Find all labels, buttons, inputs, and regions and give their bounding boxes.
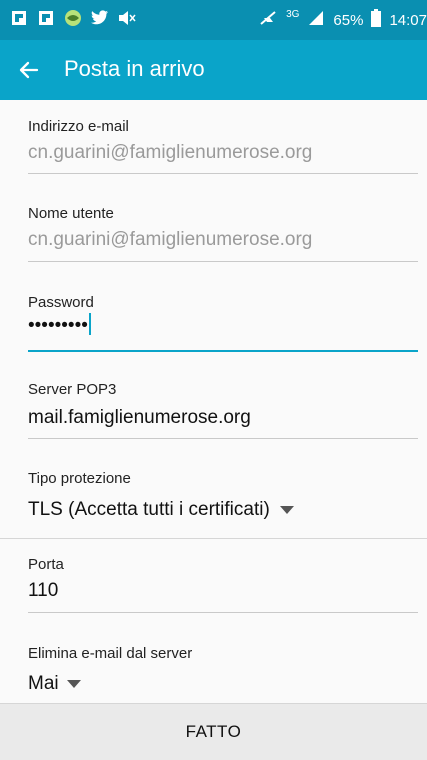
text-caret — [88, 313, 91, 335]
email-label: Indirizzo e-mail — [28, 118, 129, 135]
bottom-bar: FATTO — [0, 703, 427, 760]
section-divider — [0, 538, 427, 539]
email-field[interactable]: cn.guarini@famiglienumerose.org — [28, 142, 418, 164]
page-title: Posta in arrivo — [64, 56, 205, 81]
email-section: Indirizzo e-mail cn.guarini@famiglienume… — [28, 118, 418, 192]
username-field[interactable]: cn.guarini@famiglienumerose.org — [28, 229, 418, 251]
port-section: Porta 110 — [28, 556, 418, 630]
status-left-icons — [10, 9, 136, 27]
username-section: Nome utente cn.guarini@famiglienumerose.… — [28, 205, 418, 279]
server-section: Server POP3 mail.famiglienumerose.org — [28, 381, 418, 455]
silent-icon — [258, 9, 278, 31]
security-section: Tipo protezione TLS (Accetta tutti i cer… — [28, 470, 418, 544]
delete-dropdown[interactable]: Mai — [28, 673, 418, 695]
password-section: Password ••••••••• — [28, 294, 418, 368]
battery-percent: 65% — [333, 11, 364, 29]
app-icon — [64, 9, 82, 27]
done-button[interactable]: FATTO — [186, 722, 242, 742]
back-arrow-icon[interactable] — [16, 57, 42, 83]
battery-icon — [371, 9, 382, 31]
port-label: Porta — [28, 556, 64, 573]
port-field[interactable]: 110 — [28, 580, 418, 602]
password-field[interactable]: ••••••••• — [28, 313, 418, 337]
email-underline — [28, 173, 418, 174]
flipboard-icon — [37, 9, 55, 27]
incoming-server-form: Indirizzo e-mail cn.guarini@famiglienume… — [0, 100, 427, 703]
delete-value: Mai — [28, 673, 59, 694]
server-label: Server POP3 — [28, 381, 117, 398]
password-value: ••••••••• — [28, 315, 88, 337]
port-underline — [28, 612, 418, 613]
mute-icon — [118, 9, 136, 27]
status-right: 3G 65% 14:07 — [258, 9, 427, 31]
twitter-icon — [91, 9, 109, 27]
chevron-down-icon — [279, 505, 294, 514]
flipboard-icon — [10, 9, 28, 27]
server-underline — [28, 438, 418, 439]
server-field[interactable]: mail.famiglienumerose.org — [28, 407, 418, 429]
clock: 14:07 — [389, 11, 427, 29]
security-label: Tipo protezione — [28, 470, 131, 487]
password-label: Password — [28, 294, 94, 311]
delete-label: Elimina e-mail dal server — [28, 645, 193, 662]
app-bar: Posta in arrivo — [0, 40, 427, 100]
network-type: 3G — [286, 9, 300, 20]
status-bar: 3G 65% 14:07 — [0, 0, 427, 40]
security-dropdown[interactable]: TLS (Accetta tutti i certificati) — [28, 499, 418, 521]
username-underline — [28, 261, 418, 262]
security-value: TLS (Accetta tutti i certificati) — [28, 499, 270, 520]
delete-section: Elimina e-mail dal server Mai — [28, 645, 418, 703]
chevron-down-icon — [66, 679, 81, 688]
password-underline — [28, 350, 418, 352]
signal-icon — [307, 10, 325, 30]
username-label: Nome utente — [28, 205, 114, 222]
